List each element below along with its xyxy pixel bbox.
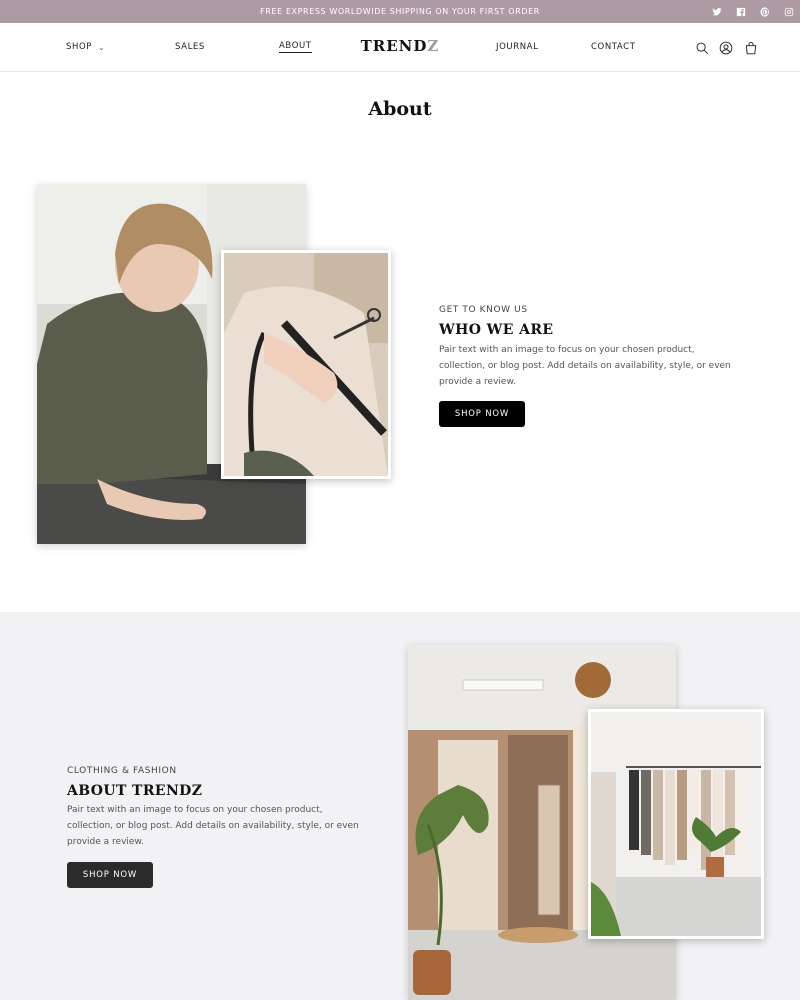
section2-body: Pair text with an image to focus on your… [67, 805, 359, 847]
section2-heading: ABOUT TRENDZ [67, 783, 203, 799]
facebook-icon[interactable] [736, 0, 746, 23]
page-title: About [368, 98, 432, 120]
nav-contact[interactable]: CONTACT [591, 23, 636, 71]
nav-journal-label: JOURNAL [496, 42, 539, 52]
chevron-down-icon: ⌄ [98, 42, 106, 52]
cart-icon[interactable] [744, 40, 758, 55]
fabric-cutting-photo [221, 250, 391, 479]
logo-text: TREND [360, 37, 428, 55]
nav-about[interactable]: ABOUT [279, 23, 312, 71]
section1-body: Pair text with an image to focus on your… [439, 345, 731, 387]
twitter-icon[interactable] [712, 0, 722, 23]
nav-sales-label: SALES [175, 42, 205, 52]
section2-shop-now-button[interactable]: SHOP NOW [67, 862, 153, 888]
nav-shop-label: SHOP [66, 42, 93, 52]
nav-journal[interactable]: JOURNAL [496, 23, 538, 71]
section1-eyebrow: GET TO KNOW US [439, 305, 528, 315]
clothing-rack-photo [588, 709, 764, 939]
nav-contact-label: CONTACT [591, 42, 636, 52]
pinterest-icon[interactable] [760, 0, 770, 23]
search-icon[interactable] [695, 40, 709, 55]
announcement-bar: FREE EXPRESS WORLDWIDE SHIPPING ON YOUR … [0, 0, 800, 23]
nav-about-label: ABOUT [279, 41, 312, 53]
nav-shop[interactable]: SHOP ⌄ [66, 23, 105, 71]
site-header: SHOP ⌄ SALES ABOUT TRENDZ JOURNAL CONTAC… [0, 23, 800, 72]
section1-shop-now-button[interactable]: SHOP NOW [439, 401, 525, 427]
account-icon[interactable] [719, 40, 733, 55]
announcement-text: FREE EXPRESS WORLDWIDE SHIPPING ON YOUR … [260, 7, 540, 16]
logo-accent: Z [427, 37, 440, 55]
site-logo[interactable]: TRENDZ [360, 37, 440, 55]
section2-eyebrow: CLOTHING & FASHION [67, 766, 177, 776]
section1-heading: WHO WE ARE [439, 322, 554, 338]
nav-sales[interactable]: SALES [175, 23, 205, 71]
instagram-icon[interactable] [784, 0, 794, 23]
